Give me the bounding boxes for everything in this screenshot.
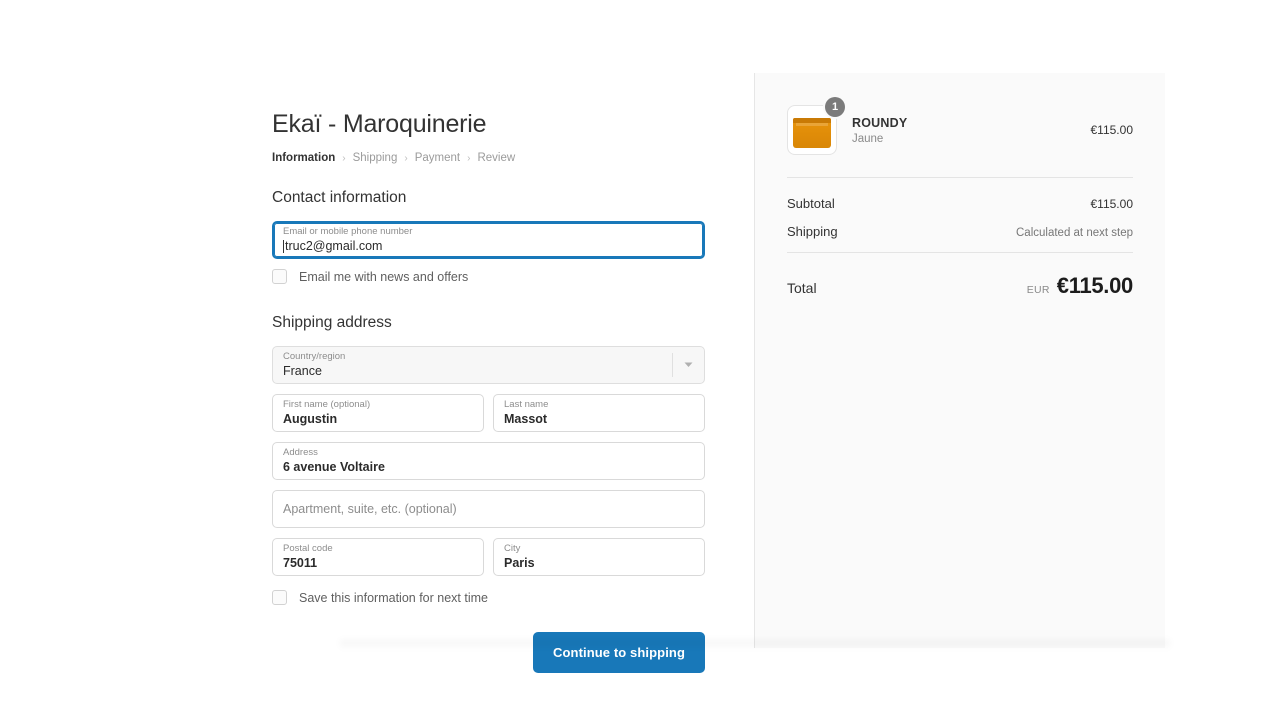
apartment-placeholder: Apartment, suite, etc. (optional) <box>283 502 457 516</box>
totals-section: Subtotal €115.00 Shipping Calculated at … <box>787 178 1133 239</box>
postal-code-label: Postal code <box>283 543 333 554</box>
first-name-field[interactable]: First name (optional) Augustin <box>272 394 484 432</box>
breadcrumb-step-payment[interactable]: Payment <box>415 152 460 164</box>
name-fields-row: First name (optional) Augustin Last name… <box>272 394 705 442</box>
contact-information-heading: Contact information <box>272 189 407 206</box>
postal-code-field[interactable]: Postal code 75011 <box>272 538 484 576</box>
address-label: Address <box>283 447 318 458</box>
chevron-down-icon[interactable] <box>672 353 704 377</box>
save-info-checkbox-label: Save this information for next time <box>299 590 488 605</box>
last-name-field[interactable]: Last name Massot <box>493 394 705 432</box>
save-info-checkbox[interactable] <box>272 590 287 605</box>
quantity-badge: 1 <box>825 97 845 117</box>
email-field-value: truc2@gmail.com <box>285 239 383 253</box>
breadcrumb: Information › Shipping › Payment › Revie… <box>272 152 705 164</box>
postal-city-row: Postal code 75011 City Paris <box>272 538 705 586</box>
text-caret <box>283 240 284 253</box>
checkout-form-column: Ekaï - Maroquinerie Information › Shippi… <box>272 110 705 673</box>
subtotal-value: €115.00 <box>1090 197 1134 211</box>
newsletter-checkbox[interactable] <box>272 269 287 284</box>
last-name-value: Massot <box>504 412 548 426</box>
grand-total-currency: EUR <box>1026 284 1050 296</box>
grand-total-amount: €115.00 <box>1056 273 1134 298</box>
product-name: ROUNDY <box>852 115 908 130</box>
shipping-row: Shipping Calculated at next step <box>787 224 1133 239</box>
email-field[interactable]: Email or mobile phone number truc2@gmail… <box>272 221 705 259</box>
postal-code-value: 75011 <box>283 556 318 570</box>
subtotal-label: Subtotal <box>787 196 835 211</box>
card-bottom-shadow <box>340 640 1170 650</box>
country-select[interactable]: Country/region France <box>272 346 705 384</box>
breadcrumb-step-information[interactable]: Information <box>272 152 335 164</box>
first-name-label: First name (optional) <box>283 399 371 410</box>
order-summary-panel: 1 ROUNDY Jaune €115.00 Subtotal €115.00 … <box>754 73 1165 648</box>
email-field-label: Email or mobile phone number <box>283 226 413 237</box>
list-item: 1 ROUNDY Jaune €115.00 <box>787 97 1134 177</box>
continue-to-shipping-button[interactable]: Continue to shipping <box>533 632 705 673</box>
first-name-value: Augustin <box>283 412 338 426</box>
grand-total-section: Total EUR €115.00 <box>787 253 1133 299</box>
shipping-value: Calculated at next step <box>1016 227 1133 239</box>
grand-total-right: EUR €115.00 <box>1026 273 1134 299</box>
form-actions: Continue to shipping <box>272 632 705 673</box>
save-info-checkbox-row[interactable]: Save this information for next time <box>272 590 705 605</box>
last-name-label: Last name <box>504 399 549 410</box>
newsletter-checkbox-label: Email me with news and offers <box>299 269 469 284</box>
chevron-right-icon: › <box>404 152 408 164</box>
address-field[interactable]: Address 6 avenue Voltaire <box>272 442 705 480</box>
chevron-right-icon: › <box>342 152 346 164</box>
address-value: 6 avenue Voltaire <box>283 460 385 474</box>
grand-total-label: Total <box>787 280 817 296</box>
chevron-right-icon: › <box>467 152 471 164</box>
grand-total-row: Total EUR €115.00 <box>787 273 1133 299</box>
city-field[interactable]: City Paris <box>493 538 705 576</box>
product-info: ROUNDY Jaune <box>837 116 1091 145</box>
order-summary-inner: 1 ROUNDY Jaune €115.00 Subtotal €115.00 … <box>755 73 1165 299</box>
shipping-label: Shipping <box>787 224 838 239</box>
product-thumbnail-wrapper: 1 <box>787 97 845 155</box>
country-select-label: Country/region <box>283 351 346 362</box>
city-value: Paris <box>504 556 535 570</box>
product-price: €115.00 <box>1090 123 1134 137</box>
subtotal-row: Subtotal €115.00 <box>787 196 1133 211</box>
breadcrumb-step-review[interactable]: Review <box>477 152 515 164</box>
shipping-address-heading: Shipping address <box>272 314 392 331</box>
newsletter-checkbox-row[interactable]: Email me with news and offers <box>272 269 705 284</box>
leather-bag-icon <box>793 118 831 148</box>
city-label: City <box>504 543 521 554</box>
breadcrumb-step-shipping[interactable]: Shipping <box>353 152 398 164</box>
page-title: Ekaï - Maroquinerie <box>272 110 487 138</box>
checkout-page: Ekaï - Maroquinerie Information › Shippi… <box>0 0 1280 720</box>
product-variant: Jaune <box>852 132 884 145</box>
apartment-field[interactable]: Apartment, suite, etc. (optional) <box>272 490 705 528</box>
country-select-value: France <box>283 364 322 378</box>
